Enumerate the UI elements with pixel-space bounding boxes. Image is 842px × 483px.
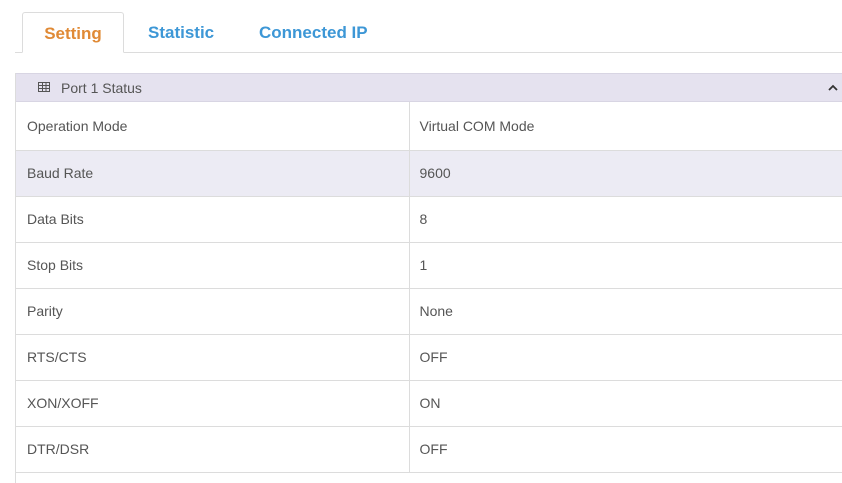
table-row: Baud Rate 9600 xyxy=(16,150,842,197)
table-row: Data Bits 8 xyxy=(16,196,842,243)
status-table: Operation Mode Virtual COM Mode Baud Rat… xyxy=(16,102,842,473)
row-label: XON/XOFF xyxy=(16,380,410,427)
tab-setting[interactable]: Setting xyxy=(22,12,124,53)
port-status-panel: Port 1 Status Operation Mode Virtual COM… xyxy=(15,73,842,483)
table-row: Stop Bits 1 xyxy=(16,242,842,289)
table-row: RTS/CTS OFF xyxy=(16,334,842,381)
table-row: Operation Mode Virtual COM Mode xyxy=(16,102,842,151)
row-label: DTR/DSR xyxy=(16,426,410,473)
row-value: 9600 xyxy=(409,150,842,197)
chevron-up-icon xyxy=(828,84,838,91)
row-value: 8 xyxy=(409,196,842,243)
table-row: Parity None xyxy=(16,288,842,335)
page: Setting Statistic Connected IP Port 1 St… xyxy=(0,0,842,483)
row-label: RTS/CTS xyxy=(16,334,410,381)
row-value: 1 xyxy=(409,242,842,289)
grid-table-icon xyxy=(38,82,50,92)
row-value: Virtual COM Mode xyxy=(409,102,842,151)
row-label: Baud Rate xyxy=(16,150,410,197)
row-value: ON xyxy=(409,380,842,427)
row-label: Operation Mode xyxy=(16,102,410,151)
row-label: Data Bits xyxy=(16,196,410,243)
panel-header: Port 1 Status xyxy=(16,73,842,102)
panel-title: Port 1 Status xyxy=(61,80,142,96)
row-label: Parity xyxy=(16,288,410,335)
tab-bar: Setting Statistic Connected IP xyxy=(15,12,842,53)
row-value: None xyxy=(409,288,842,335)
row-label: Stop Bits xyxy=(16,242,410,289)
collapse-button[interactable] xyxy=(825,79,841,95)
table-row: XON/XOFF ON xyxy=(16,380,842,427)
table-row: DTR/DSR OFF xyxy=(16,426,842,473)
row-value: OFF xyxy=(409,334,842,381)
row-value: OFF xyxy=(409,426,842,473)
tab-statistic[interactable]: Statistic xyxy=(142,12,220,52)
tab-connected-ip[interactable]: Connected IP xyxy=(253,12,374,52)
